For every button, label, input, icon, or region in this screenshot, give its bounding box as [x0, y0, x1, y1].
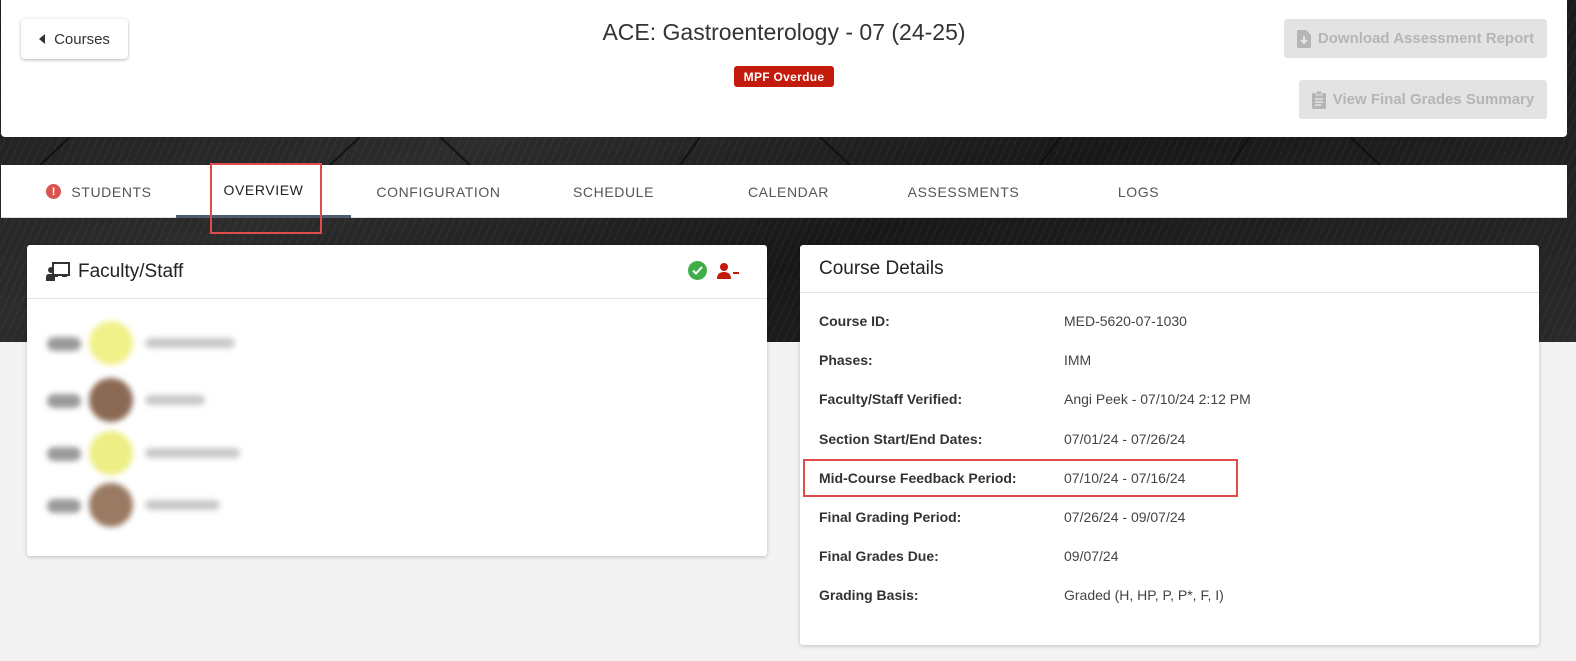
tab-label: CONFIGURATION [376, 183, 501, 200]
faculty-actions [688, 261, 739, 280]
tab-students[interactable]: ! STUDENTS [29, 165, 169, 218]
tab-label: CALENDAR [747, 183, 830, 200]
detail-grading-basis: Grading Basis: Graded (H, HP, P, P*, F, … [819, 587, 1224, 603]
faculty-member-row [45, 431, 265, 475]
tab-label: SCHEDULE [572, 183, 655, 200]
faculty-staff-card: Faculty/Staff [27, 245, 767, 556]
tab-label: ASSESSMENTS [907, 183, 1020, 200]
faculty-member-row [45, 483, 265, 527]
course-details-title: Course Details [819, 257, 944, 279]
grades-button-label: View Final Grades Summary [1332, 91, 1535, 108]
highlight-box-overview [210, 163, 322, 234]
avatar [89, 321, 133, 365]
tab-label: LOGS [1117, 183, 1160, 200]
tab-configuration[interactable]: CONFIGURATION [351, 165, 526, 218]
detail-course-id: Course ID: MED-5620-07-1030 [819, 313, 1187, 329]
file-download-icon [1296, 29, 1311, 48]
verified-check-icon[interactable] [688, 261, 707, 280]
avatar [89, 431, 133, 475]
remove-user-icon[interactable] [717, 262, 739, 279]
faculty-member-row [45, 378, 265, 422]
detail-section-dates: Section Start/End Dates: 07/01/24 - 07/2… [819, 431, 1186, 447]
tab-schedule[interactable]: SCHEDULE [526, 165, 701, 218]
download-assessment-report-button[interactable]: Download Assessment Report [1284, 19, 1547, 58]
course-details-header: Course Details [800, 245, 1539, 293]
tab-label: STUDENTS [71, 183, 152, 200]
tab-assessments[interactable]: ASSESSMENTS [876, 165, 1051, 218]
download-button-label: Download Assessment Report [1317, 30, 1535, 47]
view-final-grades-summary-button[interactable]: View Final Grades Summary [1299, 80, 1547, 119]
tab-logs[interactable]: LOGS [1051, 165, 1226, 218]
alert-icon: ! [46, 184, 62, 199]
clipboard-icon [1311, 90, 1326, 109]
status-badge: MPF Overdue [734, 66, 834, 87]
faculty-member-row [45, 321, 265, 365]
detail-final-grades-due: Final Grades Due: 09/07/24 [819, 548, 1119, 564]
chalkboard-teacher-icon [46, 261, 70, 281]
course-header: Courses ACE: Gastroenterology - 07 (24-2… [1, 0, 1567, 137]
faculty-card-header: Faculty/Staff [27, 245, 767, 299]
tab-calendar[interactable]: CALENDAR [701, 165, 876, 218]
detail-phases: Phases: IMM [819, 352, 1092, 368]
avatar [89, 483, 133, 527]
detail-final-grading-period: Final Grading Period: 07/26/24 - 09/07/2… [819, 509, 1186, 525]
avatar [89, 378, 133, 422]
detail-faculty-verified: Faculty/Staff Verified: Angi Peek - 07/1… [819, 391, 1251, 407]
highlight-box-mid-course-feedback [803, 459, 1238, 497]
faculty-card-title: Faculty/Staff [78, 260, 184, 282]
course-details-card: Course Details Course ID: MED-5620-07-10… [800, 245, 1539, 645]
